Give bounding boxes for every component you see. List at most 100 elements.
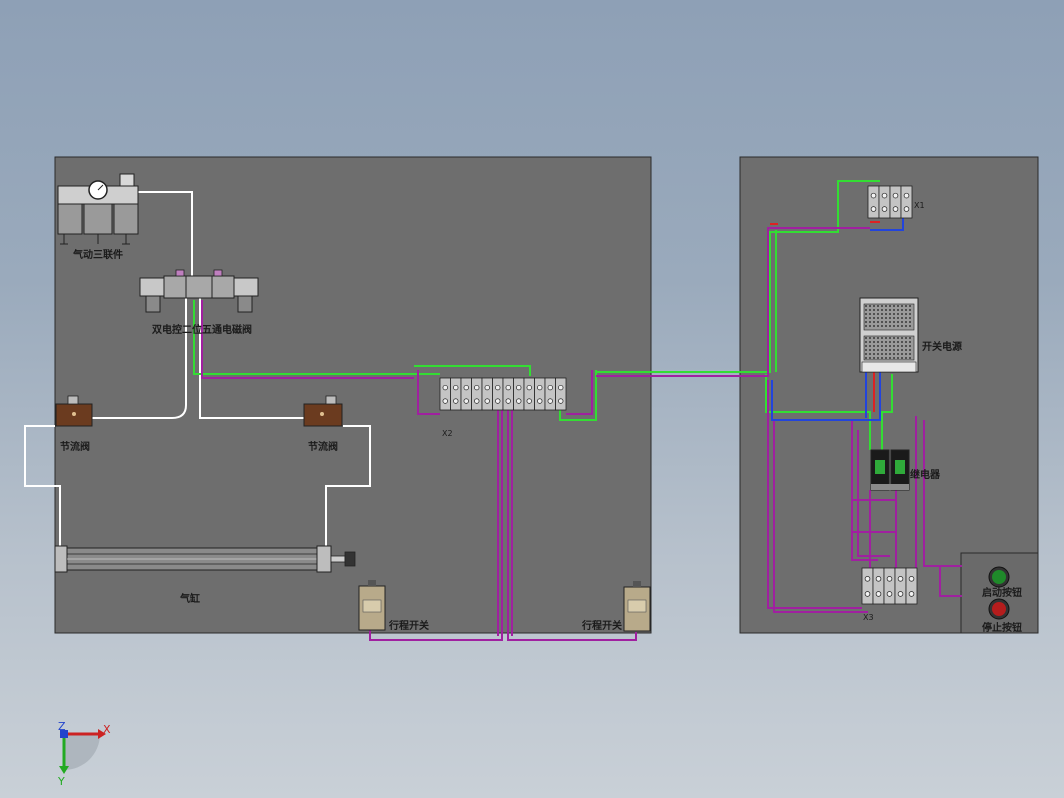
vent-hole <box>909 317 911 319</box>
vent-hole <box>877 341 879 343</box>
vent-hole <box>897 353 899 355</box>
terminal-screw <box>537 384 543 391</box>
vent-hole <box>885 349 887 351</box>
vent-hole <box>905 353 907 355</box>
vent-hole <box>897 341 899 343</box>
terminal-screw <box>442 398 448 404</box>
vent-hole <box>893 309 895 311</box>
vent-hole <box>901 349 903 351</box>
vent-hole <box>881 337 883 339</box>
terminal-cell <box>471 377 483 411</box>
vent-hole <box>873 313 875 315</box>
vent-hole <box>865 321 867 323</box>
cylinder <box>54 545 356 573</box>
vent-hole <box>905 313 907 315</box>
label-solenoid-valve: 双电控二位五通电磁阀 <box>152 323 252 336</box>
terminal-cell <box>861 567 874 605</box>
vent-hole <box>905 349 907 351</box>
terminal-screw <box>558 398 564 404</box>
terminal-block-x3 <box>861 567 918 605</box>
vent-hole <box>869 349 871 351</box>
vent-hole <box>901 337 903 339</box>
vent-hole <box>885 345 887 347</box>
terminal-screw <box>474 384 480 391</box>
vent-hole <box>897 345 899 347</box>
terminal-screw <box>897 576 904 582</box>
vent-hole <box>901 305 903 307</box>
vent-hole <box>909 349 911 351</box>
terminal-cell <box>544 377 556 411</box>
vent-hole <box>901 321 903 323</box>
start-button[interactable] <box>988 566 1010 588</box>
vent-hole <box>889 337 891 339</box>
label-frl-unit: 气动三联件 <box>72 248 123 261</box>
vent-hole <box>885 317 887 319</box>
vent-hole <box>881 321 883 323</box>
vent-hole <box>893 317 895 319</box>
terminal-cell <box>439 377 451 411</box>
axis-x-label: X <box>103 723 111 736</box>
vent-hole <box>905 325 907 327</box>
vent-hole <box>877 317 879 319</box>
terminal-screw <box>463 384 469 391</box>
vent-hole <box>897 317 899 319</box>
vent-hole <box>877 321 879 323</box>
terminal-screw <box>526 384 532 391</box>
vent-hole <box>869 309 871 311</box>
terminal-screw <box>495 384 501 391</box>
vent-hole <box>889 313 891 315</box>
vent-hole <box>885 309 887 311</box>
vent-hole <box>889 353 891 355</box>
label-terminal-x3: X3 <box>863 613 874 622</box>
terminal-screw <box>495 398 501 404</box>
stop-button[interactable] <box>988 598 1010 620</box>
terminal-cell <box>502 377 514 411</box>
terminal-cell <box>889 185 902 219</box>
vent-hole <box>865 305 867 307</box>
vent-hole <box>889 357 891 359</box>
vent-hole <box>881 305 883 307</box>
vent-hole <box>885 313 887 315</box>
vent-hole <box>909 357 911 359</box>
vent-hole <box>897 337 899 339</box>
terminal-screw <box>516 398 522 404</box>
terminal-cell <box>900 185 913 219</box>
vent-hole <box>909 309 911 311</box>
vent-hole <box>897 305 899 307</box>
vent-hole <box>869 325 871 327</box>
label-limit-switch-right: 行程开关 <box>581 619 622 632</box>
terminal-screw <box>903 206 910 212</box>
terminal-cell <box>894 567 907 605</box>
terminal-cell <box>513 377 525 411</box>
terminal-cell <box>534 377 546 411</box>
terminal-screw <box>881 192 888 199</box>
vent-hole <box>901 357 903 359</box>
terminal-screw <box>864 591 871 597</box>
label-throttle-valve-right: 节流阀 <box>308 440 338 453</box>
terminal-screw <box>897 591 904 597</box>
terminal-cell <box>878 185 891 219</box>
axis-z-label: Z <box>58 720 66 733</box>
vent-hole <box>877 325 879 327</box>
terminal-screw <box>903 192 910 199</box>
vent-hole <box>869 305 871 307</box>
label-stop-button: 停止按钮 <box>982 621 1022 634</box>
vent-hole <box>885 321 887 323</box>
vent-hole <box>905 345 907 347</box>
terminal-screw <box>908 591 915 597</box>
vent-hole <box>889 345 891 347</box>
axis-y-label: Y <box>57 775 65 788</box>
vent-hole <box>881 313 883 315</box>
vent-hole <box>893 321 895 323</box>
vent-hole <box>865 345 867 347</box>
vent-hole <box>901 309 903 311</box>
vent-hole <box>885 337 887 339</box>
vent-hole <box>873 357 875 359</box>
vent-hole <box>889 309 891 311</box>
terminal-screw <box>505 398 511 404</box>
vent-hole <box>869 345 871 347</box>
vent-hole <box>893 345 895 347</box>
terminal-screw <box>537 398 543 404</box>
schematic-canvas: 气动三联件 双电控二位五通电磁阀 节流阀 节流阀 气缸 行程开关 行程开关 X2… <box>24 156 1039 788</box>
vent-hole <box>865 353 867 355</box>
